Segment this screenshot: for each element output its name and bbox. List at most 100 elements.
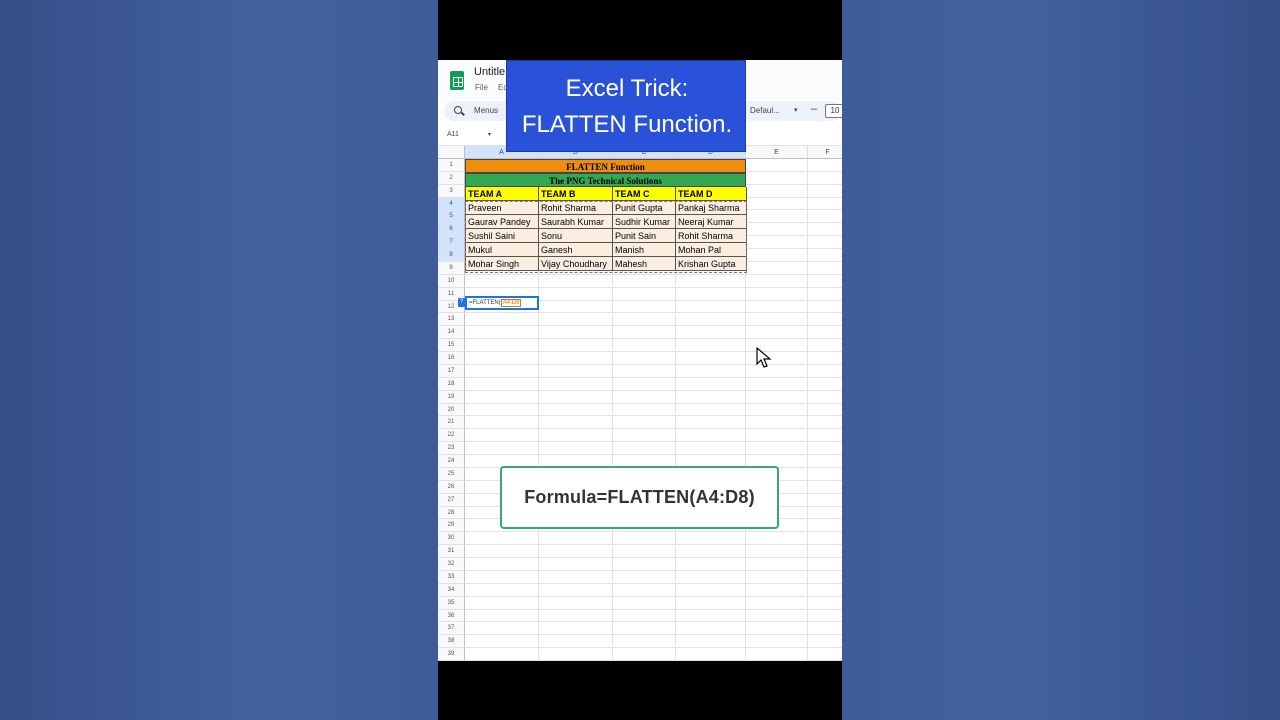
row-header-27[interactable]: 27 (438, 493, 465, 507)
data-cell[interactable]: Gaurav Pandey (465, 215, 539, 229)
video-frame: Untitle File Ed Menus Defaul... ▾ – 10 A… (438, 0, 842, 720)
row-header-24[interactable]: 24 (438, 455, 465, 468)
grid-column-line (807, 159, 808, 661)
row-header-15[interactable]: 15 (438, 339, 465, 353)
data-cell[interactable]: Neeraj Kumar (676, 215, 747, 229)
font-size-input[interactable]: 10 (825, 104, 842, 118)
data-cell[interactable]: Sonu (539, 229, 613, 243)
grid-row-line (465, 582, 842, 584)
column-header-e[interactable]: E (746, 146, 808, 159)
sheets-logo-icon[interactable] (450, 71, 464, 90)
row-header-22[interactable]: 22 (438, 429, 465, 443)
row-header-8[interactable]: 8 (438, 249, 465, 262)
row-header-30[interactable]: 30 (438, 532, 465, 546)
data-cell[interactable]: Krishan Gupta (676, 257, 747, 271)
subtitle-band[interactable]: The PNG Technical Solutions (465, 173, 746, 187)
data-cell[interactable]: Manish (613, 243, 676, 257)
row-header-16[interactable]: 16 (438, 352, 465, 365)
header-cell-team-d[interactable]: TEAM D (676, 187, 747, 201)
background-left (0, 0, 438, 720)
row-header-29[interactable]: 29 (438, 519, 465, 533)
help-icon[interactable]: ? (458, 298, 465, 307)
row-header-2[interactable]: 2 (438, 171, 465, 185)
data-cell[interactable]: Rohit Sharma (676, 229, 747, 243)
row-header-21[interactable]: 21 (438, 416, 465, 430)
row-header-18[interactable]: 18 (438, 377, 465, 391)
row-header-4[interactable]: 4 (438, 197, 465, 211)
select-all-corner[interactable] (438, 146, 465, 159)
row-header-38[interactable]: 38 (438, 635, 465, 649)
row-header-3[interactable]: 3 (438, 184, 465, 198)
row-header-17[interactable]: 17 (438, 364, 465, 378)
header-cell-team-a[interactable]: TEAM A (465, 187, 539, 201)
row-header-13[interactable]: 13 (438, 313, 465, 327)
data-cell[interactable]: Sudhir Kumar (613, 215, 676, 229)
data-cell[interactable]: Punit Gupta (613, 201, 676, 215)
column-header-f[interactable]: F (808, 146, 842, 159)
row-header-26[interactable]: 26 (438, 480, 465, 494)
header-cell-team-b[interactable]: TEAM B (539, 187, 613, 201)
data-cell[interactable]: Vijay Choudhary (539, 257, 613, 271)
data-cell[interactable]: Mukul (465, 243, 539, 257)
row-header-9[interactable]: 9 (438, 261, 465, 275)
row-header-5[interactable]: 5 (438, 210, 465, 224)
banner-line-2: FLATTEN Function. (521, 111, 733, 138)
grid-row-line (465, 286, 842, 288)
row-header-36[interactable]: 36 (438, 609, 465, 623)
row-header-10[interactable]: 10 (438, 274, 465, 288)
formula-text: =FLATTEN( (469, 300, 501, 306)
row-header-32[interactable]: 32 (438, 558, 465, 571)
header-cell-team-c[interactable]: TEAM C (613, 187, 676, 201)
spreadsheet-screen: Untitle File Ed Menus Defaul... ▾ – 10 A… (438, 60, 842, 661)
row-header-14[interactable]: 14 (438, 326, 465, 340)
chevron-down-icon[interactable]: ▾ (794, 106, 798, 114)
data-cell[interactable]: Praveen (465, 201, 539, 215)
title-band[interactable]: FLATTEN Function (465, 159, 746, 173)
row-header-7[interactable]: 7 (438, 236, 465, 250)
search-icon[interactable] (454, 106, 462, 114)
data-cell[interactable]: Sushil Saini (465, 229, 539, 243)
data-cell[interactable]: Mohan Pal (676, 243, 747, 257)
row-header-28[interactable]: 28 (438, 506, 465, 520)
row-header-6[interactable]: 6 (438, 223, 465, 237)
row-header-19[interactable]: 19 (438, 390, 465, 404)
grid-row-line (465, 415, 842, 417)
row-header-23[interactable]: 23 (438, 442, 465, 456)
row-header-39[interactable]: 39 (438, 648, 465, 661)
grid-row-line (465, 647, 842, 649)
data-cell[interactable]: Mahesh (613, 257, 676, 271)
row-header-20[interactable]: 20 (438, 403, 465, 417)
grid-row-line (465, 569, 842, 571)
data-cell[interactable]: Ganesh (539, 243, 613, 257)
row-header-31[interactable]: 31 (438, 545, 465, 558)
formula-caption: Formula=FLATTEN(A4:D8) (500, 466, 779, 529)
row-header-25[interactable]: 25 (438, 467, 465, 481)
grid-row-line (465, 402, 842, 404)
active-cell-a11[interactable]: =FLATTEN(A4:D8 (465, 296, 539, 310)
grid-row-line (465, 608, 842, 610)
data-cell[interactable]: Mohar Singh (465, 257, 539, 271)
font-family-select[interactable]: Defaul... (750, 106, 780, 115)
title-banner: Excel Trick: FLATTEN Function. (506, 60, 746, 152)
decrease-font-size-button[interactable]: – (811, 103, 817, 115)
menu-file[interactable]: File (475, 83, 488, 92)
row-header-34[interactable]: 34 (438, 583, 465, 597)
grid-row-line (465, 312, 842, 314)
grid-row-line (465, 376, 842, 378)
grid-row-line (465, 389, 842, 391)
grid-row-line (465, 660, 842, 661)
name-box[interactable]: A11 (447, 131, 459, 138)
row-header-33[interactable]: 33 (438, 570, 465, 584)
document-title[interactable]: Untitle (474, 66, 505, 78)
data-cell[interactable]: Punit Sain (613, 229, 676, 243)
data-cell[interactable]: Saurabh Kumar (539, 215, 613, 229)
grid-row-line (465, 595, 842, 597)
row-header-37[interactable]: 37 (438, 622, 465, 636)
data-cell[interactable]: Pankaj Sharma (676, 201, 747, 215)
grid-row-line (465, 531, 842, 533)
row-header-1[interactable]: 1 (438, 159, 465, 172)
row-header-35[interactable]: 35 (438, 596, 465, 610)
chevron-down-icon[interactable]: ▾ (488, 131, 491, 138)
search-menus-input[interactable]: Menus (474, 106, 498, 115)
data-cell[interactable]: Rohit Sharma (539, 201, 613, 215)
